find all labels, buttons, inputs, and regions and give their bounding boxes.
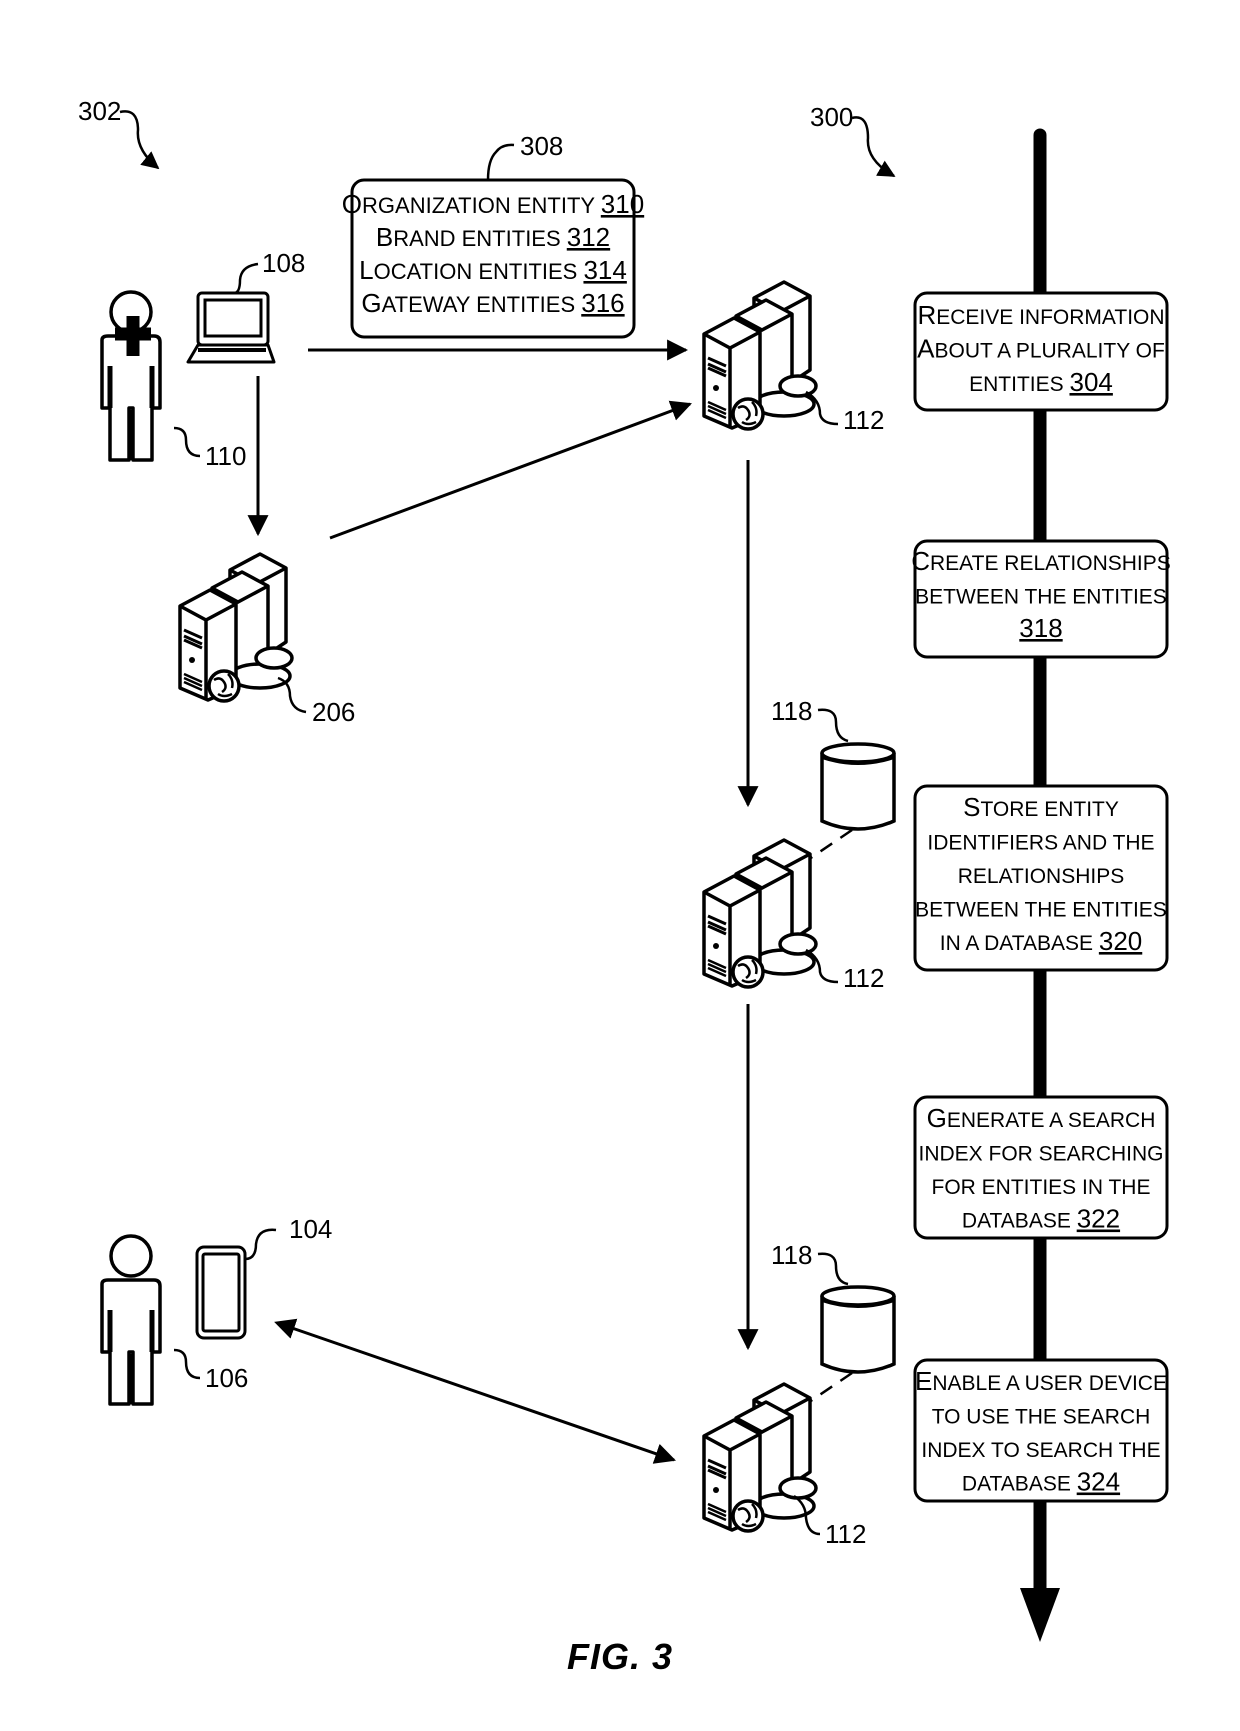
step-ref-number: 324 — [1077, 1467, 1120, 1497]
step-line: INDEX TO SEARCH THE — [921, 1439, 1160, 1462]
step-line: TO USE THE SEARCH — [932, 1406, 1151, 1429]
step-line: 318 — [1019, 613, 1062, 643]
server-icon-2 — [702, 838, 818, 989]
database-icon-2 — [820, 1285, 896, 1374]
ref-number: 316 — [581, 288, 624, 318]
laptop-icon — [186, 291, 276, 364]
entity-line: GATEWAY ENTITIES 316 — [361, 288, 624, 318]
ref-label-112-2: 112 — [843, 963, 884, 993]
ref-label-300: 300 — [810, 102, 853, 132]
process-step-304: RECEIVE INFORMATIONABOUT A PLURALITY OFE… — [913, 291, 1169, 412]
process-step-324: ENABLE A USER DEVICETO USE THE SEARCHIND… — [913, 1358, 1169, 1503]
ref-arrow-300 — [851, 116, 896, 178]
ref-label-112-1: 112 — [843, 405, 884, 435]
ref-label-118-2: 118 — [771, 1240, 812, 1270]
ref-label-112-3: 112 — [825, 1519, 866, 1549]
ref-number: 310 — [601, 189, 644, 219]
step-ref-number: 322 — [1077, 1204, 1120, 1234]
entity-line: LOCATION ENTITIES 314 — [359, 255, 627, 285]
step-line: BETWEEN THE ENTITIES — [915, 899, 1167, 922]
ref-label-106: 106 — [205, 1363, 248, 1393]
process-step-318: CREATE RELATIONSHIPSBETWEEN THE ENTITIES… — [911, 539, 1171, 659]
database-icon-1 — [820, 742, 896, 831]
end-user-icon — [102, 1236, 160, 1404]
entities-box: 308 ORGANIZATION ENTITY 310BRAND ENTITIE… — [342, 131, 644, 339]
entity-line: ORGANIZATION ENTITY 310 — [342, 189, 644, 219]
ref-label-104: 104 — [289, 1214, 332, 1244]
arrow-device-server-bidirectional — [274, 1318, 676, 1464]
patent-diagram: 302 300 308 ORGANIZATION ENTITY 310BRAND… — [78, 96, 1171, 1642]
ref-arrow-302 — [119, 110, 160, 170]
process-step-320: STORE ENTITYIDENTIFIERS AND THERELATIONS… — [913, 784, 1169, 972]
step-ref-number: 320 — [1099, 926, 1142, 956]
step-ref-number: 304 — [1069, 367, 1112, 397]
ref-label-302: 302 — [78, 96, 121, 126]
ref-number: 314 — [583, 255, 626, 285]
figure-caption: FIG. 3 — [566, 1636, 674, 1677]
ref-label-118-1: 118 — [771, 696, 812, 726]
gateway-server-icon — [178, 552, 294, 703]
ref-label-108: 108 — [262, 248, 305, 278]
ref-number: 312 — [567, 222, 610, 252]
step-line: FOR ENTITIES IN THE — [932, 1176, 1151, 1199]
entity-line: BRAND ENTITIES 312 — [376, 222, 610, 252]
step-line: INDEX FOR SEARCHING — [918, 1143, 1163, 1166]
step-line: IDENTIFIERS AND THE — [927, 832, 1154, 855]
step-line: RELATIONSHIPS — [958, 865, 1124, 888]
server-icon-3 — [702, 1382, 818, 1533]
step-ref-number: 318 — [1019, 613, 1062, 643]
step-line: BETWEEN THE ENTITIES — [915, 586, 1167, 609]
server-icon-1 — [702, 280, 818, 431]
ref-label-110: 110 — [205, 441, 246, 471]
process-arrowhead — [1020, 1588, 1060, 1642]
process-step-322: GENERATE A SEARCHINDEX FOR SEARCHINGFOR … — [913, 1095, 1169, 1240]
mobile-device-icon — [195, 1245, 247, 1340]
ref-label-308: 308 — [520, 131, 563, 161]
ref-label-206: 206 — [312, 697, 355, 727]
arrow-gateway-to-server — [329, 400, 692, 540]
